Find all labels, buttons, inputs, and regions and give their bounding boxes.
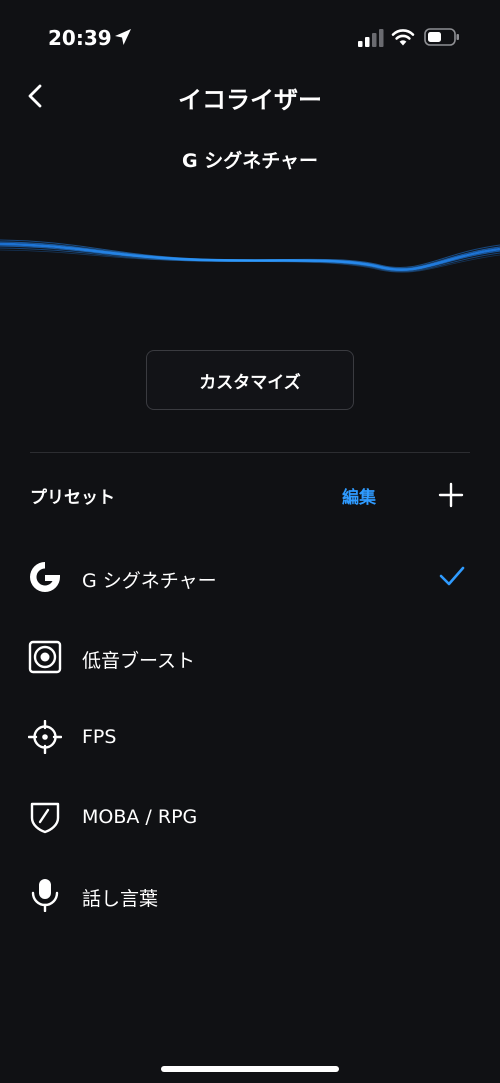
- equalizer-screen: 20:39 イコライザー G シグネチャー カスタマイズ プリセット 編集 G …: [0, 0, 500, 1083]
- customize-button[interactable]: カスタマイズ: [146, 350, 354, 410]
- current-preset-name: G シグネチャー: [181, 150, 319, 172]
- preset-item-g-signature[interactable]: G シグネチャー: [0, 546, 500, 606]
- divider: [30, 452, 470, 453]
- status-time: 20:39: [48, 26, 112, 50]
- preset-label: FPS: [82, 726, 117, 748]
- preset-label: G シグネチャー: [82, 570, 217, 592]
- checkmark-icon: [439, 566, 465, 586]
- preset-label: 話し言葉: [82, 888, 159, 910]
- preset-label: 低音ブースト: [82, 650, 196, 672]
- microphone-icon: [31, 879, 59, 912]
- battery-icon: [424, 28, 459, 46]
- speaker-icon: [28, 640, 62, 674]
- preset-item-bass-boost[interactable]: 低音ブースト: [0, 626, 500, 686]
- eq-curve-graphic: [0, 239, 500, 273]
- preset-item-moba-rpg[interactable]: MOBA / RPG: [0, 786, 500, 846]
- preset-item-speech[interactable]: 話し言葉: [0, 864, 500, 924]
- edit-presets-button[interactable]: 編集: [342, 483, 376, 508]
- shield-icon: [30, 802, 60, 834]
- location-arrow-icon: [115, 29, 131, 45]
- preset-item-fps[interactable]: FPS: [0, 706, 500, 766]
- add-preset-button[interactable]: [438, 482, 464, 508]
- page-title: イコライザー: [178, 86, 322, 114]
- logitech-g-icon: [30, 562, 60, 592]
- preset-label: MOBA / RPG: [82, 806, 198, 828]
- cellular-signal-icon: [358, 29, 384, 47]
- presets-heading: プリセット: [30, 488, 115, 508]
- wifi-icon: [391, 29, 415, 46]
- crosshair-icon: [28, 720, 62, 754]
- home-indicator[interactable]: [161, 1066, 339, 1072]
